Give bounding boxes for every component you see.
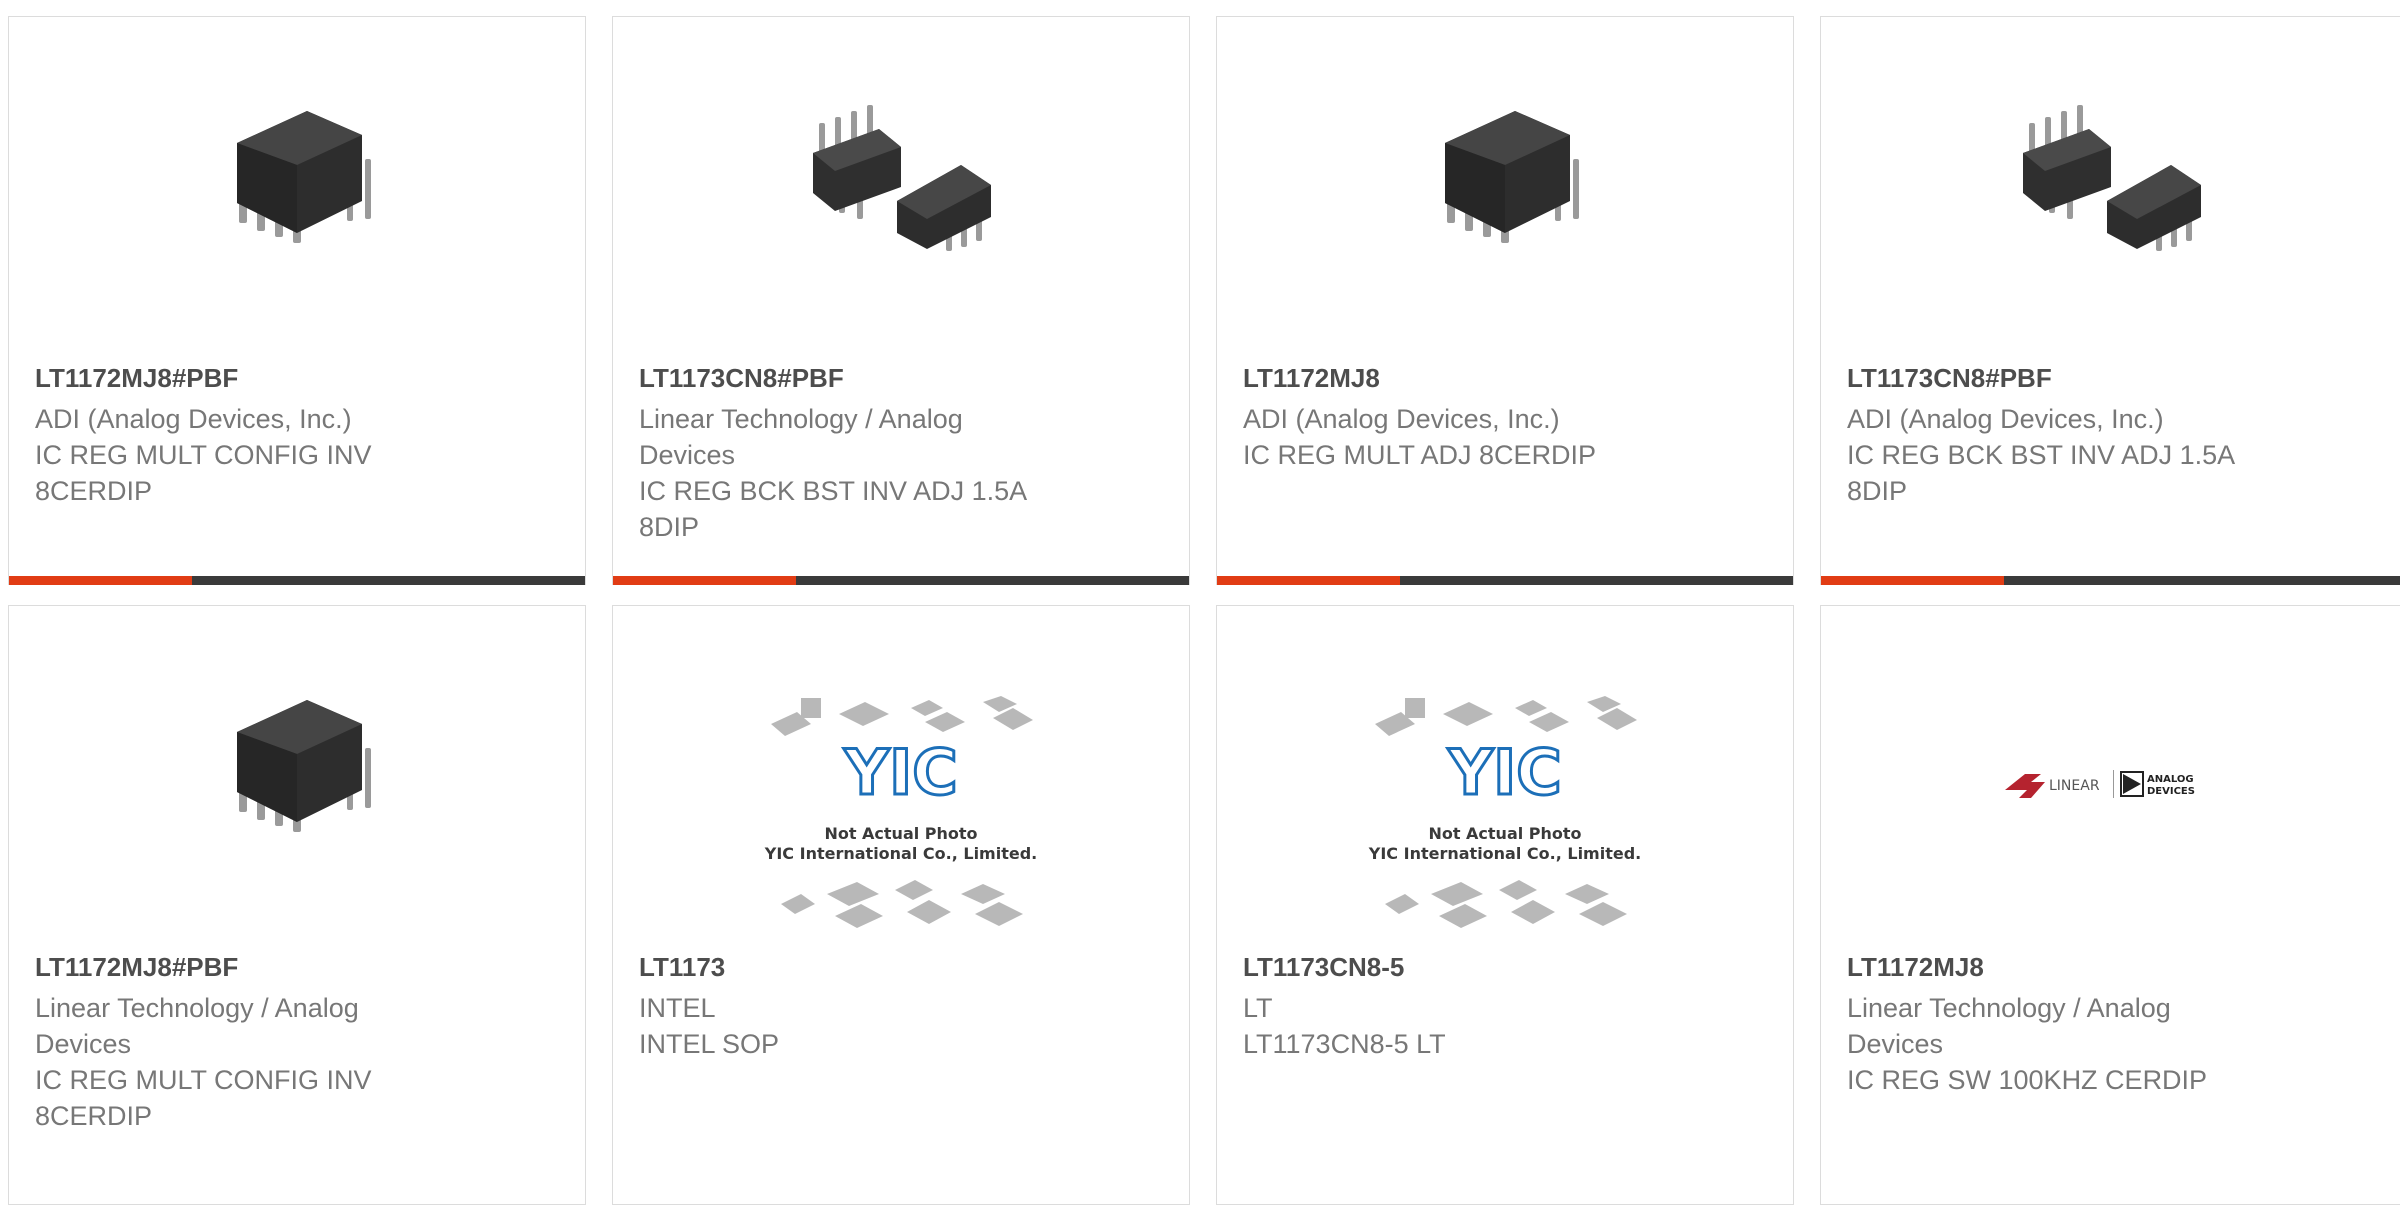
product-info: LT1173CN8#PBF ADI (Analog Devices, Inc.)… xyxy=(1847,361,2383,509)
yic-logo: YIC xyxy=(843,736,957,809)
product-grid: LT1172MJ8#PBF ADI (Analog Devices, Inc.)… xyxy=(0,0,2400,1205)
product-card[interactable]: LT1173CN8#PBF ADI (Analog Devices, Inc.)… xyxy=(1820,16,2400,585)
part-number[interactable]: LT1172MJ8 xyxy=(1847,950,2383,984)
part-number[interactable]: LT1173CN8-5 xyxy=(1243,950,1767,984)
svg-text:Not Actual Photo: Not Actual Photo xyxy=(824,824,977,843)
product-card[interactable]: LT1172MJ8 ADI (Analog Devices, Inc.) IC … xyxy=(1216,16,1794,585)
svg-text:ANALOG: ANALOG xyxy=(2147,774,2194,785)
description: IC REG MULT CONFIG INV 8CERDIP xyxy=(35,1065,372,1131)
product-info: LT1172MJ8 Linear Technology / Analog Dev… xyxy=(1847,950,2383,1098)
description: IC REG MULT ADJ 8CERDIP xyxy=(1243,440,1597,470)
product-card[interactable]: YIC Not Actual Photo YIC International C… xyxy=(1216,605,1794,1205)
part-number[interactable]: LT1172MJ8#PBF xyxy=(35,361,559,395)
svg-text:LINEAR: LINEAR xyxy=(2049,778,2100,794)
product-info: LT1172MJ8#PBF Linear Technology / Analog… xyxy=(35,950,559,1134)
svg-text:YIC International Co., Limited: YIC International Co., Limited. xyxy=(764,844,1037,863)
card-bottom-bar xyxy=(1217,576,1793,585)
dip8-chip-icon xyxy=(197,83,397,283)
yic-logo: YIC xyxy=(1447,736,1561,809)
card-accent xyxy=(613,576,796,585)
product-card[interactable]: LT1172MJ8#PBF Linear Technology / Analog… xyxy=(8,605,586,1205)
manufacturer: Linear Technology / Analog Devices xyxy=(639,404,963,470)
description: INTEL SOP xyxy=(639,1029,780,1059)
dip8-pair-icon xyxy=(801,83,1001,283)
manufacturer: Linear Technology / Analog Devices xyxy=(35,993,359,1059)
product-info: LT1172MJ8 ADI (Analog Devices, Inc.) IC … xyxy=(1243,361,1767,473)
part-number[interactable]: LT1173CN8#PBF xyxy=(639,361,1163,395)
description: IC REG MULT CONFIG INV 8CERDIP xyxy=(35,440,372,506)
card-accent xyxy=(1217,576,1400,585)
description: LT1173CN8-5 LT xyxy=(1243,1029,1446,1059)
part-number[interactable]: LT1172MJ8 xyxy=(1243,361,1767,395)
card-accent xyxy=(9,576,192,585)
not-actual-photo-placeholder: YIC Not Actual Photo YIC International C… xyxy=(761,694,1041,944)
svg-text:YIC International Co., Limited: YIC International Co., Limited. xyxy=(1368,844,1641,863)
product-card[interactable]: LINEAR ANALOG DEVICES LT1172MJ8 Linear T… xyxy=(1820,605,2400,1205)
card-bottom-bar xyxy=(1821,576,2400,585)
product-card[interactable]: LT1172MJ8#PBF ADI (Analog Devices, Inc.)… xyxy=(8,16,586,585)
manufacturer: ADI (Analog Devices, Inc.) xyxy=(1243,404,1560,434)
not-actual-photo-placeholder: YIC Not Actual Photo YIC International C… xyxy=(1365,694,1645,944)
product-card[interactable]: YIC Not Actual Photo YIC International C… xyxy=(612,605,1190,1205)
part-number[interactable]: LT1173CN8#PBF xyxy=(1847,361,2383,395)
manufacturer: ADI (Analog Devices, Inc.) xyxy=(35,404,352,434)
description: IC REG BCK BST INV ADJ 1.5A 8DIP xyxy=(1847,440,2234,506)
product-info: LT1173CN8#PBF Linear Technology / Analog… xyxy=(639,361,1163,545)
manufacturer: LT xyxy=(1243,993,1273,1023)
product-info: LT1172MJ8#PBF ADI (Analog Devices, Inc.)… xyxy=(35,361,559,509)
linear-analog-logo: LINEAR ANALOG DEVICES xyxy=(2001,756,2221,816)
product-info: LT1173 INTEL INTEL SOP xyxy=(639,950,1163,1062)
part-number[interactable]: LT1173 xyxy=(639,950,1163,984)
svg-text:Not Actual Photo: Not Actual Photo xyxy=(1428,824,1581,843)
manufacturer: ADI (Analog Devices, Inc.) xyxy=(1847,404,2164,434)
card-bottom-bar xyxy=(9,576,585,585)
description: IC REG BCK BST INV ADJ 1.5A 8DIP xyxy=(639,476,1026,542)
description: IC REG SW 100KHZ CERDIP xyxy=(1847,1065,2208,1095)
part-number[interactable]: LT1172MJ8#PBF xyxy=(35,950,559,984)
card-accent xyxy=(1821,576,2004,585)
svg-text:DEVICES: DEVICES xyxy=(2147,786,2195,797)
dip8-pair-icon xyxy=(2011,83,2211,283)
manufacturer: Linear Technology / Analog Devices xyxy=(1847,993,2171,1059)
product-info: LT1173CN8-5 LT LT1173CN8-5 LT xyxy=(1243,950,1767,1062)
manufacturer: INTEL xyxy=(639,993,716,1023)
dip8-chip-icon xyxy=(1405,83,1605,283)
card-bottom-bar xyxy=(613,576,1189,585)
dip8-chip-icon xyxy=(197,672,397,872)
product-card[interactable]: LT1173CN8#PBF Linear Technology / Analog… xyxy=(612,16,1190,585)
